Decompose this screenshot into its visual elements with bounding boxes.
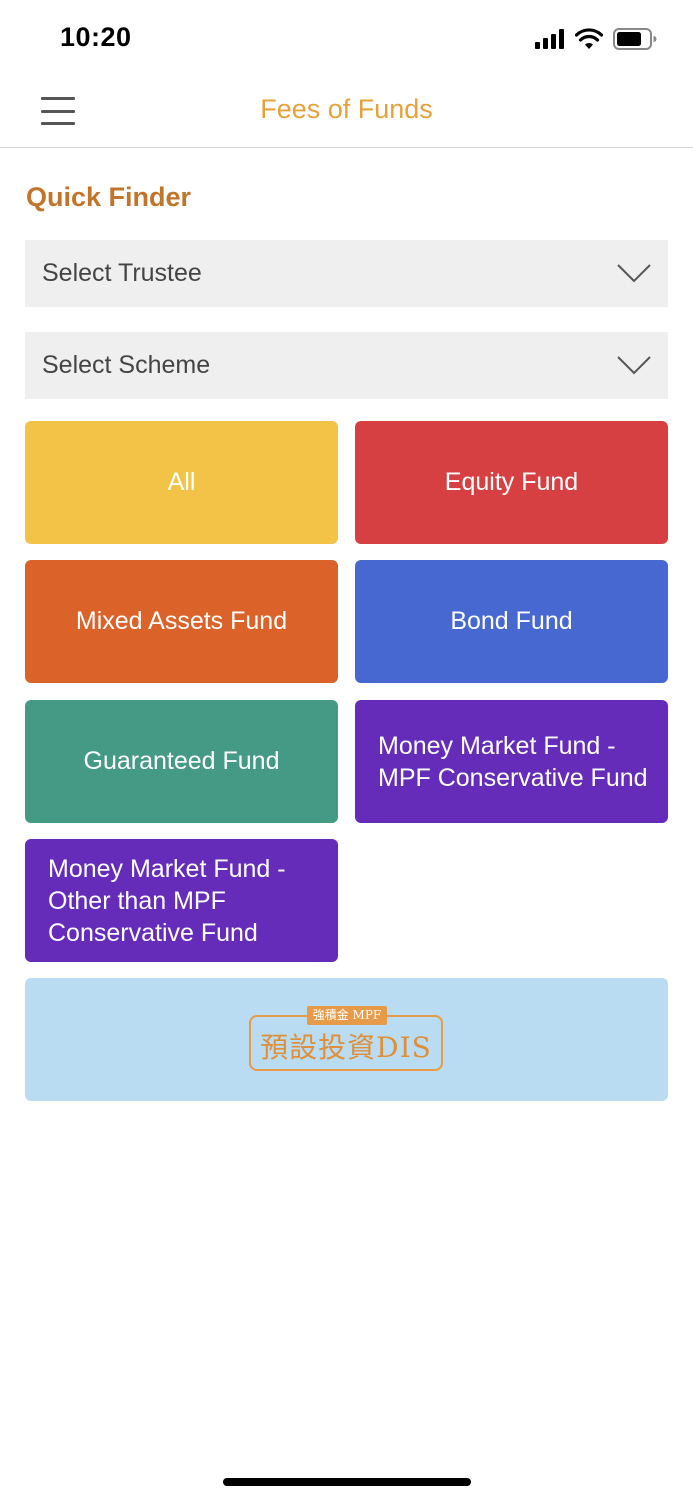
trustee-select-label: Select Trustee — [42, 259, 202, 287]
scheme-select-label: Select Scheme — [42, 351, 211, 379]
category-label: Money Market Fund - MPF Conservative Fun… — [378, 731, 648, 792]
category-guaranteed-fund-button[interactable]: Guaranteed Fund — [25, 700, 338, 823]
category-money-market-other-button[interactable]: Money Market Fund - Other than MPF Conse… — [25, 839, 338, 962]
scheme-select[interactable]: Select Scheme — [25, 332, 668, 399]
category-mixed-assets-fund-button[interactable]: Mixed Assets Fund — [25, 560, 338, 683]
category-label: Money Market Fund - Other than MPF Conse… — [48, 854, 286, 947]
category-label: Guaranteed Fund — [83, 747, 280, 775]
dis-logo-text: 預設投資DIS — [260, 1031, 432, 1064]
chevron-down-icon — [617, 264, 651, 283]
home-indicator — [223, 1478, 471, 1486]
category-money-market-mpf-conservative-button[interactable]: Money Market Fund - MPF Conservative Fun… — [355, 700, 668, 823]
trustee-select[interactable]: Select Trustee — [25, 240, 668, 307]
status-bar: 10:20 — [0, 0, 693, 76]
quick-finder-title: Quick Finder — [26, 182, 192, 212]
chevron-down-icon — [617, 356, 651, 375]
category-equity-fund-button[interactable]: Equity Fund — [355, 421, 668, 544]
status-time: 10:20 — [60, 22, 132, 52]
page-title: Fees of Funds — [260, 94, 433, 124]
category-label: Equity Fund — [444, 468, 579, 496]
category-label: Bond Fund — [450, 607, 573, 635]
wifi-icon — [575, 28, 603, 49]
cellular-signal-icon — [535, 29, 564, 49]
category-label: Mixed Assets Fund — [75, 607, 288, 635]
battery-icon — [613, 28, 657, 50]
nav-bar: Fees of Funds — [0, 76, 693, 148]
category-bond-fund-button[interactable]: Bond Fund — [355, 560, 668, 683]
status-icons — [535, 26, 657, 52]
category-all-button[interactable]: All — [25, 421, 338, 544]
category-label: All — [167, 468, 196, 496]
dis-logo-badge: 強積金 MPF — [307, 1006, 387, 1025]
